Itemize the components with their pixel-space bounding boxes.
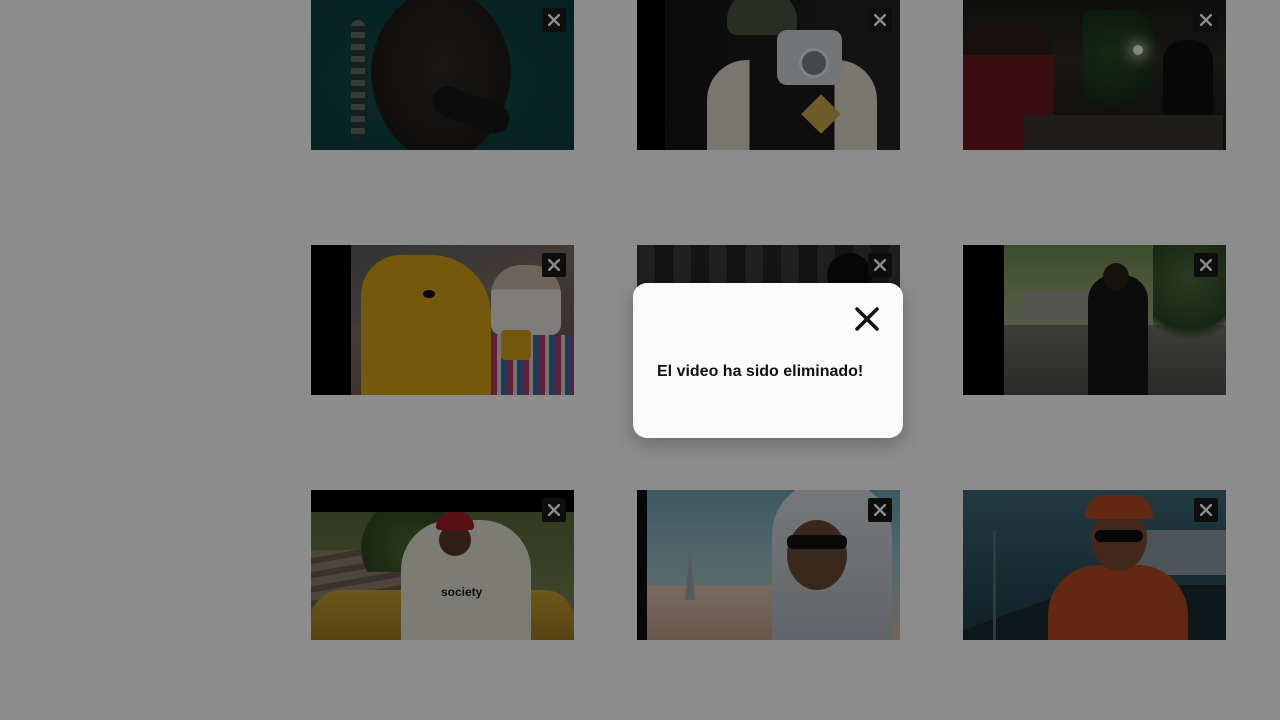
dialog-close-button[interactable] [853,305,881,333]
dialog-message: El video ha sido eliminado! [657,363,864,380]
page: society El video ha sido eliminado! [0,0,1280,720]
close-icon [855,307,879,331]
confirmation-dialog: El video ha sido eliminado! [633,283,903,438]
